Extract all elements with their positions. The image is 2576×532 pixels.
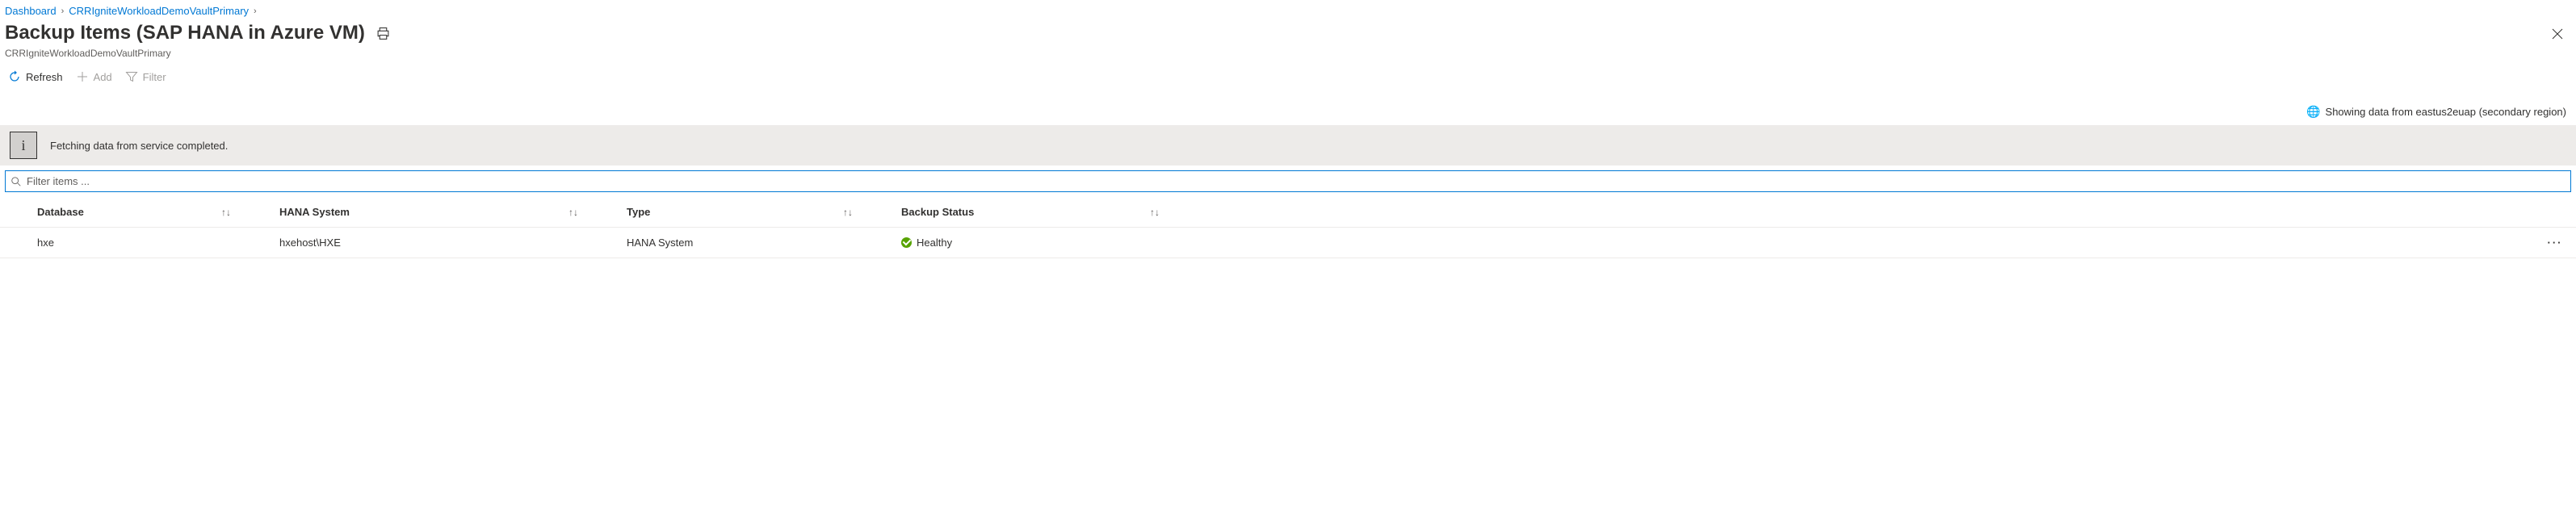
info-bar: i Fetching data from service completed. (0, 125, 2576, 165)
breadcrumb-dashboard[interactable]: Dashboard (5, 5, 57, 17)
region-bar: 🌐 Showing data from eastus2euap (seconda… (0, 94, 2576, 125)
col-hana-system-label: HANA System (279, 206, 350, 218)
close-icon[interactable] (2545, 22, 2570, 50)
status-healthy-icon (901, 237, 912, 248)
status-text: Healthy (917, 237, 952, 249)
col-type[interactable]: Type ↑↓ (594, 199, 869, 224)
chevron-right-icon: › (60, 6, 66, 16)
breadcrumb: Dashboard › CRRIgniteWorkloadDemoVaultPr… (0, 0, 2576, 19)
items-table: Database ↑↓ HANA System ↑↓ Type ↑↓ Backu… (0, 197, 2576, 258)
page-subtitle: CRRIgniteWorkloadDemoVaultPrimary (5, 48, 390, 59)
page-title: Backup Items (SAP HANA in Azure VM) (5, 22, 365, 44)
add-button[interactable]: Add (74, 69, 114, 85)
filter-input-wrap[interactable] (5, 170, 2571, 192)
col-database-label: Database (37, 206, 84, 218)
info-message: Fetching data from service completed. (50, 140, 228, 152)
plus-icon (76, 70, 89, 83)
cell-backup-status: Healthy (869, 230, 1176, 255)
sort-icon: ↑↓ (843, 207, 853, 218)
sort-icon: ↑↓ (568, 207, 578, 218)
cell-database: hxe (5, 230, 247, 255)
row-actions-button[interactable]: ··· (2539, 237, 2571, 249)
info-icon: i (10, 132, 37, 159)
search-icon (10, 176, 22, 187)
breadcrumb-vault[interactable]: CRRIgniteWorkloadDemoVaultPrimary (69, 5, 249, 17)
toolbar: Refresh Add Filter (0, 59, 2576, 94)
col-type-label: Type (627, 206, 650, 218)
table-row[interactable]: hxe hxehost\HXE HANA System Healthy ··· (0, 228, 2576, 258)
cell-type: HANA System (594, 230, 869, 255)
filter-label: Filter (143, 71, 166, 83)
table-header-row: Database ↑↓ HANA System ↑↓ Type ↑↓ Backu… (0, 197, 2576, 228)
chevron-right-icon: › (252, 6, 258, 16)
filter-input[interactable] (22, 174, 2566, 189)
col-hana-system[interactable]: HANA System ↑↓ (247, 199, 594, 224)
col-backup-status-label: Backup Status (901, 206, 974, 218)
region-text: Showing data from eastus2euap (secondary… (2326, 106, 2566, 118)
sort-icon: ↑↓ (221, 207, 231, 218)
col-backup-status[interactable]: Backup Status ↑↓ (869, 199, 1176, 224)
page-header: Backup Items (SAP HANA in Azure VM) CRRI… (0, 19, 2576, 59)
print-icon[interactable] (376, 27, 390, 40)
cell-hana-system: hxehost\HXE (247, 230, 594, 255)
filter-icon (125, 70, 138, 83)
globe-icon: 🌐 (2306, 105, 2320, 119)
filter-container (0, 165, 2576, 197)
refresh-icon (8, 70, 21, 83)
add-label: Add (94, 71, 112, 83)
refresh-button[interactable]: Refresh (6, 69, 65, 85)
filter-button[interactable]: Filter (124, 69, 168, 85)
refresh-label: Refresh (26, 71, 63, 83)
col-database[interactable]: Database ↑↓ (5, 199, 247, 224)
sort-icon: ↑↓ (1150, 207, 1160, 218)
